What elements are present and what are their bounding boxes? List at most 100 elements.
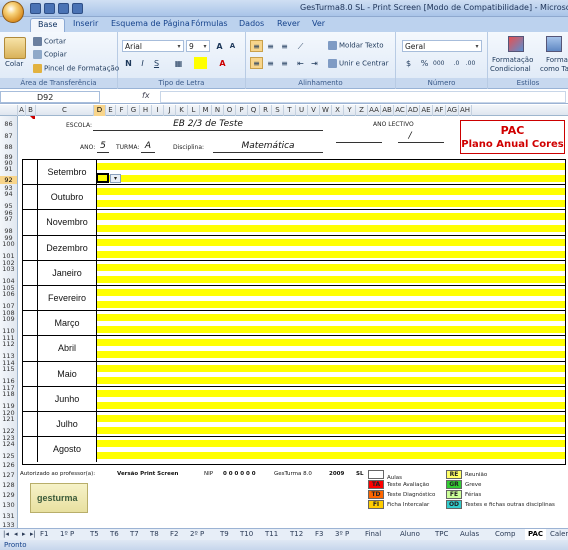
office-button[interactable] xyxy=(2,1,24,23)
column-header-p[interactable]: P xyxy=(236,105,248,116)
sheet-tab[interactable]: PAC xyxy=(525,529,547,540)
sheet-tab[interactable]: T12 xyxy=(290,529,303,540)
sheet-tab[interactable]: T10 xyxy=(240,529,253,540)
increase-indent-button[interactable]: ⇥ xyxy=(308,57,321,69)
day-cells-band[interactable] xyxy=(97,175,565,182)
column-header-ad[interactable]: AD xyxy=(407,105,420,116)
worksheet[interactable]: ESCOLA: EB 2/3 de Teste ANO LECTIVO / PA… xyxy=(18,116,568,529)
sheet-tab[interactable]: F3 xyxy=(315,529,323,540)
currency-button[interactable]: $ xyxy=(402,57,415,69)
row-header-128[interactable]: 128 xyxy=(0,481,17,489)
row-header-115[interactable]: 115 xyxy=(0,365,17,373)
borders-button[interactable]: ▦ xyxy=(172,57,185,69)
column-header-k[interactable]: K xyxy=(176,105,188,116)
save-icon[interactable] xyxy=(30,3,41,14)
format-table-icon[interactable] xyxy=(546,36,562,52)
row-header-94[interactable]: 94 xyxy=(0,190,17,198)
column-header-u[interactable]: U xyxy=(296,105,308,116)
name-box[interactable]: D92 xyxy=(0,91,100,103)
prev-sheet-icon[interactable]: ◂ xyxy=(14,529,18,540)
column-header-ag[interactable]: AG xyxy=(446,105,459,116)
row-header-127[interactable]: 127 xyxy=(0,471,17,479)
column-header-b[interactable]: B xyxy=(26,105,36,116)
day-cells-band[interactable] xyxy=(97,263,565,271)
sheet-tab[interactable]: Calendári xyxy=(550,529,568,540)
row-header-112[interactable]: 112 xyxy=(0,340,17,348)
sheet-tab[interactable]: T6 xyxy=(110,529,119,540)
day-cells-band[interactable] xyxy=(97,188,565,196)
copy-button[interactable]: Copiar xyxy=(33,50,67,59)
wrap-text-button[interactable]: Moldar Texto xyxy=(328,41,384,50)
conditional-format-button[interactable]: Formatação xyxy=(492,56,533,64)
fill-color-button[interactable] xyxy=(194,57,207,69)
sheet-tab[interactable]: F2 xyxy=(170,529,178,540)
column-header-y[interactable]: Y xyxy=(344,105,356,116)
sheet-tab[interactable]: F1 xyxy=(40,529,48,540)
column-header-ab[interactable]: AB xyxy=(381,105,394,116)
column-header-d[interactable]: D xyxy=(94,105,106,116)
row-header-124[interactable]: 124 xyxy=(0,440,17,448)
row-header-125[interactable]: 125 xyxy=(0,452,17,460)
column-header-aa[interactable]: AA xyxy=(368,105,381,116)
day-cells-band[interactable] xyxy=(97,339,565,347)
decrease-indent-button[interactable]: ⇤ xyxy=(294,57,307,69)
day-cells-band[interactable] xyxy=(97,452,565,460)
day-cells-band[interactable] xyxy=(97,351,565,359)
column-header-z[interactable]: Z xyxy=(356,105,368,116)
day-cells-band[interactable] xyxy=(97,326,565,334)
formula-input[interactable] xyxy=(160,91,566,103)
day-cells-band[interactable] xyxy=(97,275,565,283)
day-cells-band[interactable] xyxy=(97,301,565,308)
paste-button[interactable]: Colar xyxy=(5,60,23,68)
fx-icon[interactable]: fx xyxy=(142,91,150,100)
day-cells-band[interactable] xyxy=(97,427,565,434)
row-header-92[interactable]: 92 xyxy=(0,176,17,184)
merge-center-button[interactable]: Unir e Centrar xyxy=(328,59,389,68)
align-middle-button[interactable]: ≡ xyxy=(264,40,277,52)
bold-button[interactable]: N xyxy=(122,57,135,69)
column-header-a[interactable]: A xyxy=(18,105,26,116)
row-header-87[interactable]: 87 xyxy=(0,132,17,140)
orientation-button[interactable]: ⟋ xyxy=(294,40,307,52)
day-cells-band[interactable] xyxy=(97,238,565,246)
ano-value[interactable]: 5 xyxy=(97,141,109,151)
row-header-86[interactable]: 86 xyxy=(0,120,17,128)
increase-decimal-button[interactable]: .0 xyxy=(450,57,463,69)
column-header-ah[interactable]: AH xyxy=(459,105,472,116)
sheet-tab[interactable]: T8 xyxy=(150,529,159,540)
column-header-t[interactable]: T xyxy=(284,105,296,116)
tab-rever[interactable]: Rever xyxy=(270,18,307,32)
align-bottom-button[interactable]: ≡ xyxy=(278,40,291,52)
column-header-h[interactable]: H xyxy=(140,105,152,116)
percent-button[interactable]: % xyxy=(418,57,431,69)
column-header-l[interactable]: L xyxy=(188,105,200,116)
row-header-109[interactable]: 109 xyxy=(0,315,17,323)
turma-value[interactable]: A xyxy=(141,141,155,151)
column-header-c[interactable]: C xyxy=(36,105,94,116)
row-header-126[interactable]: 126 xyxy=(0,461,17,469)
column-header-s[interactable]: S xyxy=(272,105,284,116)
active-cell[interactable] xyxy=(96,173,109,183)
row-header-131[interactable]: 131 xyxy=(0,512,17,520)
day-cells-band[interactable] xyxy=(97,213,565,221)
day-cells-band[interactable] xyxy=(97,163,565,170)
day-cells-band[interactable] xyxy=(97,250,565,258)
day-cells-band[interactable] xyxy=(97,440,565,448)
sheet-tab[interactable]: Comp xyxy=(495,529,515,540)
row-header-103[interactable]: 103 xyxy=(0,265,17,273)
column-header-n[interactable]: N xyxy=(212,105,224,116)
font-name-combo[interactable]: Arial ▾ xyxy=(122,40,184,52)
column-header-m[interactable]: M xyxy=(200,105,212,116)
day-cells-band[interactable] xyxy=(97,415,565,422)
select-all-corner[interactable] xyxy=(0,105,18,116)
tab-dados[interactable]: Dados xyxy=(232,18,271,32)
customize-qat-icon[interactable] xyxy=(72,3,83,14)
day-cells-band[interactable] xyxy=(97,314,565,322)
conditional-format-icon[interactable] xyxy=(508,36,524,52)
column-header-o[interactable]: O xyxy=(224,105,236,116)
first-sheet-icon[interactable]: |◂ xyxy=(3,529,9,540)
cut-button[interactable]: Cortar xyxy=(33,37,66,46)
day-cells-band[interactable] xyxy=(97,376,565,384)
row-header-106[interactable]: 106 xyxy=(0,290,17,298)
row-header-129[interactable]: 129 xyxy=(0,491,17,499)
